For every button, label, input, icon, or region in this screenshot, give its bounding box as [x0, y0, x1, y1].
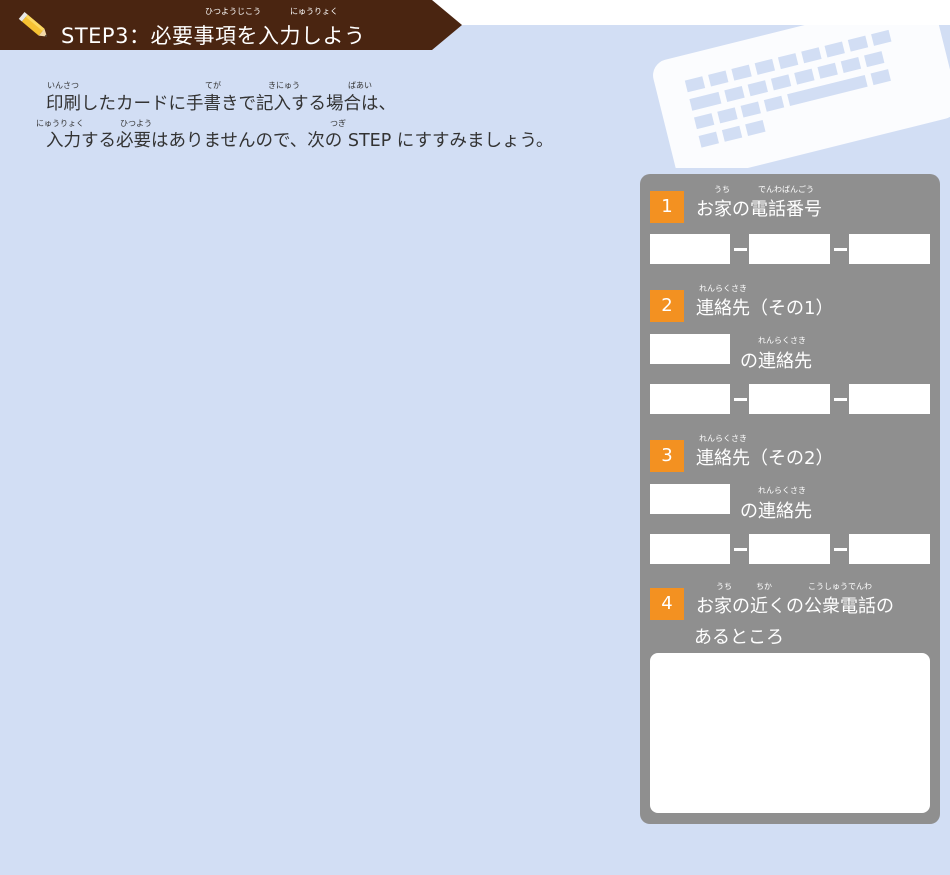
section-4-label-line-1: お家の近くの公衆電話の	[696, 596, 894, 617]
contact-1-sublabel: の連絡先	[740, 351, 812, 372]
home-phone-prefix-input[interactable]	[749, 234, 830, 264]
dash	[834, 398, 847, 401]
dash	[734, 398, 747, 401]
contact-2-sub-ruby: れんらくさき	[758, 486, 806, 495]
section-2-label: 連絡先（その1）	[696, 298, 834, 319]
page-title: STEP3：必要事項を入力しよう	[61, 24, 366, 48]
form-panel: 1 うち でんわばんごう お家の電話番号 2 れんらくさき 連絡先（その1） れ…	[640, 174, 940, 824]
instruction-line-2: 入力する必要はありませんので、次の STEP にすすみましょう。	[46, 131, 554, 151]
section-3-number: 3	[650, 440, 684, 472]
header-ruby-nyuuryoku: にゅうりょく	[290, 7, 338, 16]
section-4-ruby-chika: ちか	[756, 582, 772, 591]
contact-2-name-input[interactable]	[650, 484, 730, 514]
section-4-number: 4	[650, 588, 684, 620]
section-4-ruby-uchi: うち	[716, 582, 732, 591]
section-1-ruby-denwabangou: でんわばんごう	[758, 185, 814, 194]
section-4-ruby-koushuudenwa: こうしゅうでんわ	[808, 582, 872, 591]
public-phone-location-textarea[interactable]	[650, 653, 930, 813]
section-4-label-line-2: あるところ	[694, 627, 784, 648]
section-1-ruby-uchi: うち	[714, 185, 730, 194]
dash	[734, 248, 747, 251]
contact-2-line-input[interactable]	[849, 534, 930, 564]
contact-1-area-code-input[interactable]	[650, 384, 730, 414]
pencil-icon	[18, 12, 47, 37]
dash	[834, 548, 847, 551]
contact-1-name-input[interactable]	[650, 334, 730, 364]
contact-2-area-code-input[interactable]	[650, 534, 730, 564]
dash	[834, 248, 847, 251]
contact-2-sublabel: の連絡先	[740, 501, 812, 522]
section-2-ruby-renrakusaki: れんらくさき	[699, 284, 747, 293]
section-3-label: 連絡先（その2）	[696, 448, 834, 469]
contact-2-prefix-input[interactable]	[749, 534, 830, 564]
contact-1-sub-ruby: れんらくさき	[758, 336, 806, 345]
step-banner: ひつようじこう にゅうりょく STEP3：必要事項を入力しよう	[0, 0, 462, 50]
header-ruby-hitsuyoujikou: ひつようじこう	[205, 7, 261, 16]
instruction-line-1: 印刷したカードに手書きで記入する場合は、	[46, 94, 396, 114]
contact-1-prefix-input[interactable]	[749, 384, 830, 414]
section-1-number: 1	[650, 191, 684, 223]
contact-1-line-input[interactable]	[849, 384, 930, 414]
dash	[734, 548, 747, 551]
section-1-label: お家の電話番号	[696, 199, 822, 220]
section-2-number: 2	[650, 290, 684, 322]
keyboard-icon	[653, 8, 950, 168]
home-phone-area-code-input[interactable]	[650, 234, 730, 264]
section-3-ruby-renrakusaki: れんらくさき	[699, 434, 747, 443]
home-phone-line-input[interactable]	[849, 234, 930, 264]
